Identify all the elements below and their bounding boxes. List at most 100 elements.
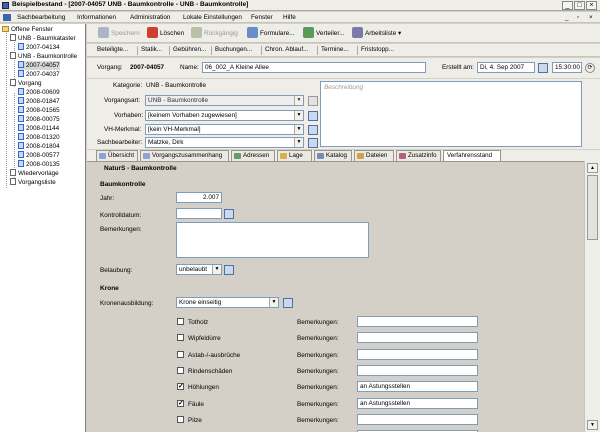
check-label: Totholz xyxy=(188,319,209,326)
tree-item[interactable]: 2008-00135 xyxy=(18,160,60,169)
tab-vorgangszusammenhang[interactable]: Vorgangszusammenhang xyxy=(140,150,229,161)
tree-item[interactable]: 2008-01847 xyxy=(18,97,60,106)
check-5-checkbox[interactable]: ✓ xyxy=(177,383,184,390)
tree-item[interactable]: 2008-01320 xyxy=(18,133,60,142)
check-3-checkbox[interactable] xyxy=(177,351,184,358)
vorhaben-select[interactable]: [keinem Vorhaben zugewiesen] ▼ xyxy=(145,110,304,121)
calendar-icon[interactable] xyxy=(224,209,234,219)
name-field[interactable]: 06_002_A Kleine Allee xyxy=(202,62,426,73)
list-icon[interactable] xyxy=(308,111,318,121)
delete-button[interactable]: Löschen xyxy=(147,27,184,40)
menu-fenster[interactable]: Fenster xyxy=(251,14,273,21)
tab-adressen[interactable]: Adressen xyxy=(231,150,275,161)
list-icon[interactable] xyxy=(308,138,318,148)
check-bemerkungen-label: Bemerkungen: xyxy=(297,417,339,424)
tree-baumkataster[interactable]: UNB - Baumkataster xyxy=(10,34,76,43)
vertical-scrollbar[interactable]: ▲ ▼ xyxy=(584,161,600,432)
tree-item[interactable]: 2008-00075 xyxy=(18,115,60,124)
buchungen-button[interactable]: Buchungen... xyxy=(215,46,252,53)
tree-vorgang[interactable]: Vorgang xyxy=(10,79,41,88)
tab-katalog[interactable]: Katalog xyxy=(314,150,352,161)
tree-open-windows[interactable]: Offene Fenster xyxy=(2,25,53,34)
form-icon xyxy=(18,142,24,149)
menu-sachbearbeitung[interactable]: Sachbearbeitung xyxy=(17,14,65,21)
tree-item[interactable]: 2007-04037 xyxy=(18,70,60,79)
kontrolldatum-field[interactable] xyxy=(176,208,222,219)
check-2-checkbox[interactable] xyxy=(177,334,184,341)
tree-wiedervorlage[interactable]: Wiedervorlage xyxy=(10,169,59,178)
close-button[interactable]: × xyxy=(586,1,597,10)
check-7-checkbox[interactable] xyxy=(177,416,184,423)
check-6-checkbox[interactable]: ✓ xyxy=(177,400,184,407)
tree-vorgangsliste[interactable]: Vorgangsliste xyxy=(10,178,56,187)
check-bemerkungen-field[interactable] xyxy=(357,365,478,376)
menu-administration[interactable]: Administration xyxy=(130,14,171,21)
mdi-minimize-button[interactable]: _ xyxy=(565,14,569,21)
sachbearbeiter-select[interactable]: Matzke, Dirk ▼ xyxy=(145,137,304,148)
undo-button[interactable]: Rückgängig xyxy=(191,27,238,40)
beteiligte-button[interactable]: Beteiligte... xyxy=(97,46,128,53)
gebuehren-button[interactable]: Gebühren... xyxy=(173,46,206,53)
check-bemerkungen-label: Bemerkungen: xyxy=(297,401,339,408)
list-icon[interactable] xyxy=(224,265,234,275)
forms-button[interactable]: Formulare... xyxy=(247,27,294,40)
check-bemerkungen-field[interactable]: an Astungsstellen xyxy=(357,381,478,392)
tree-item-selected[interactable]: 2007-04057 xyxy=(18,61,60,70)
tab-lage[interactable]: Lage xyxy=(277,150,312,161)
scroll-thumb[interactable] xyxy=(587,175,598,240)
created-time-field[interactable]: 15:30:00 xyxy=(552,62,582,73)
list-icon[interactable] xyxy=(308,125,318,135)
menu-hilfe[interactable]: Hilfe xyxy=(283,14,296,21)
tab-verfahrensstand[interactable]: Verfahrensstand xyxy=(443,150,501,161)
vorgangsart-select[interactable]: UNB - Baumkontrolle ▼ xyxy=(145,95,304,106)
check-bemerkungen-field[interactable] xyxy=(357,414,478,425)
tab-uebersicht[interactable]: Übersicht xyxy=(96,150,138,161)
menu-informationen[interactable]: Informationen xyxy=(77,14,116,21)
chron-ablauf-button[interactable]: Chron. Ablauf... xyxy=(265,46,308,53)
check-bemerkungen-field[interactable] xyxy=(357,349,478,360)
menu-lokale-einstellungen[interactable]: Lokale Einstellungen xyxy=(183,14,242,21)
check-bemerkungen-field[interactable] xyxy=(357,332,478,343)
system-menu-icon[interactable] xyxy=(3,14,11,21)
minimize-button[interactable]: _ xyxy=(562,1,573,10)
chevron-down-icon: ▼ xyxy=(294,96,303,105)
refresh-time-button[interactable]: ⟳ xyxy=(585,63,595,73)
created-date-field[interactable]: Di, 4. Sep 2007 xyxy=(477,62,535,73)
jahr-field[interactable]: 2.007 xyxy=(176,192,222,203)
tab-dateien[interactable]: Dateien xyxy=(354,150,394,161)
worklist-button[interactable]: Arbeitsliste ▾ xyxy=(352,27,401,40)
tab-zusatzinfo[interactable]: Zusatzinfo xyxy=(396,150,441,161)
distributor-button[interactable]: Verteiler... xyxy=(303,27,344,40)
termine-button[interactable]: Termine... xyxy=(321,46,349,53)
beschreibung-field[interactable]: Beschreibung xyxy=(320,81,582,147)
vh-merkmal-select[interactable]: [kein VH-Merkmal] ▼ xyxy=(145,124,304,135)
scroll-up-button[interactable]: ▲ xyxy=(587,163,598,173)
check-4-checkbox[interactable] xyxy=(177,367,184,374)
calendar-icon[interactable] xyxy=(538,63,548,73)
tree-item[interactable]: 2008-01144 xyxy=(18,124,59,133)
tree-item[interactable]: 2007-04134 xyxy=(18,43,60,52)
mdi-restore-button[interactable]: ▫ xyxy=(577,14,579,21)
maximize-button[interactable]: □ xyxy=(574,1,585,10)
scroll-down-button[interactable]: ▼ xyxy=(587,420,598,430)
check-bemerkungen-field[interactable] xyxy=(357,316,478,327)
tree-item[interactable]: 2008-01565 xyxy=(18,106,60,115)
check-1-checkbox[interactable] xyxy=(177,318,184,325)
save-button[interactable]: Speichern xyxy=(98,27,140,40)
tree-baumkontrolle[interactable]: UNB - Baumkontrolle xyxy=(10,52,77,61)
belaubung-select[interactable]: unbelaubt ▼ xyxy=(176,264,222,275)
secondary-toolbar: Beteiligte... Statik... Gebühren... Buch… xyxy=(87,44,600,57)
check-label: Pilze xyxy=(188,417,202,424)
tree-item[interactable]: 2008-00577 xyxy=(18,151,60,160)
check-bemerkungen-field[interactable]: an Astungsstellen xyxy=(357,398,478,409)
statik-button[interactable]: Statik... xyxy=(141,46,162,53)
document-icon xyxy=(10,52,16,59)
list-icon[interactable] xyxy=(283,298,293,308)
bemerkungen-field[interactable] xyxy=(176,222,369,258)
mdi-close-button[interactable]: × xyxy=(589,14,593,21)
fristenstopp-button[interactable]: Friststopp... xyxy=(361,46,394,53)
kronenausbildung-select[interactable]: Krone einseitig ▼ xyxy=(176,297,279,308)
tree-item[interactable]: 2008-01804 xyxy=(18,142,60,151)
tree-item[interactable]: 2008-00609 xyxy=(18,88,60,97)
vh-merkmal-label: VH-Merkmal: xyxy=(104,126,142,133)
